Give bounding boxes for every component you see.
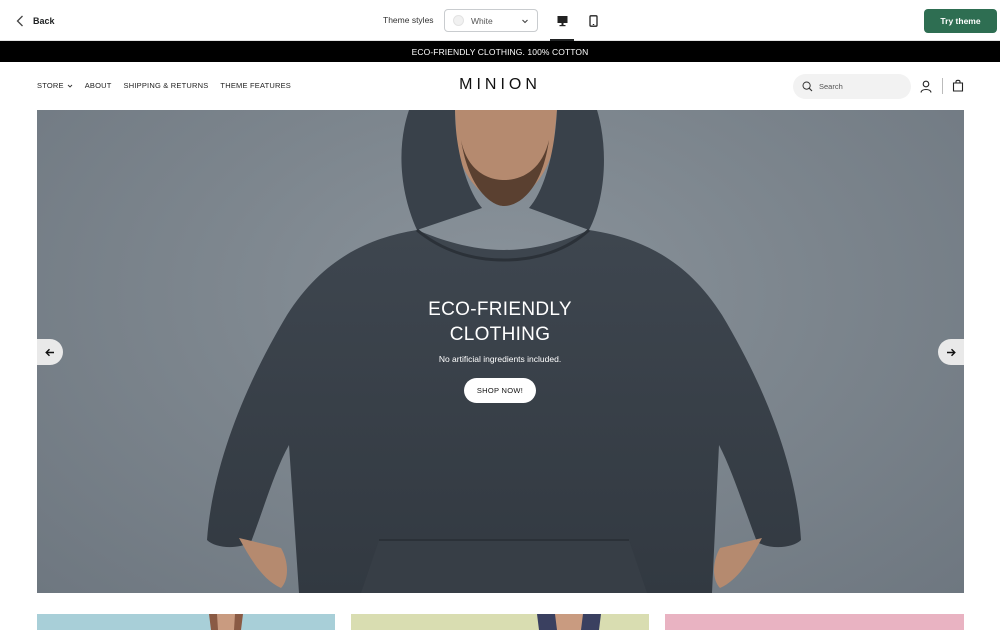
search-icon <box>802 81 813 92</box>
nav-item-label: ABOUT <box>84 81 112 90</box>
search-input[interactable] <box>819 82 899 91</box>
back-button[interactable]: Back <box>16 12 55 30</box>
nav-item-label: SHIPPING & RETURNS <box>123 81 209 90</box>
hero-content: ECO-FRIENDLY CLOTHING No artificial ingr… <box>350 297 650 403</box>
chevron-down-icon <box>522 19 528 24</box>
style-select-value: White <box>471 15 493 26</box>
account-icon[interactable] <box>920 80 932 93</box>
nav-item-label: THEME FEATURES <box>220 81 292 90</box>
header-divider <box>942 78 943 94</box>
product-card[interactable] <box>665 614 964 630</box>
announcement-text: ECO-FRIENDLY CLOTHING. 100% COTTON <box>411 46 589 57</box>
arrow-right-icon <box>947 348 956 356</box>
theme-style-select[interactable]: White <box>444 9 538 32</box>
hero-title: ECO-FRIENDLY CLOTHING <box>428 299 572 345</box>
search-box[interactable] <box>793 74 911 99</box>
style-swatch <box>453 15 464 26</box>
slide-prev-button[interactable] <box>37 339 63 365</box>
product-image <box>209 614 243 630</box>
announcement-bar: ECO-FRIENDLY CLOTHING. 100% COTTON <box>0 41 1000 62</box>
chevron-left-icon <box>16 15 23 27</box>
slide-next-button[interactable] <box>938 339 964 365</box>
chevron-down-icon <box>67 84 73 88</box>
mobile-icon <box>588 14 598 27</box>
main-nav: STORE ABOUT SHIPPING & RETURNS THEME FEA… <box>37 81 291 90</box>
try-theme-button[interactable]: Try theme <box>924 9 997 33</box>
mobile-view-button[interactable] <box>581 8 605 33</box>
theme-styles-label: Theme styles <box>383 15 434 25</box>
nav-item-label: STORE <box>37 81 64 90</box>
product-card[interactable] <box>37 614 335 630</box>
arrow-left-icon <box>45 348 54 356</box>
shop-now-button[interactable]: SHOP NOW! <box>464 378 536 403</box>
store-header: STORE ABOUT SHIPPING & RETURNS THEME FEA… <box>0 62 1000 110</box>
nav-item-theme-features[interactable]: THEME FEATURES <box>220 81 291 90</box>
cart-icon[interactable] <box>952 79 964 92</box>
product-image <box>537 614 601 630</box>
hero-slideshow: ECO-FRIENDLY CLOTHING No artificial ingr… <box>37 110 964 593</box>
desktop-icon <box>557 15 567 26</box>
product-card[interactable] <box>351 614 649 630</box>
back-label: Back <box>33 16 55 26</box>
hero-subtitle: No artificial ingredients included. <box>438 354 562 364</box>
theme-editor-toolbar: Back Theme styles White Try theme <box>0 0 1000 41</box>
nav-item-shipping-returns[interactable]: SHIPPING & RETURNS <box>124 81 209 90</box>
desktop-view-button[interactable] <box>550 8 574 41</box>
nav-item-about[interactable]: ABOUT <box>85 81 112 90</box>
store-logo[interactable]: MINION <box>400 76 600 94</box>
nav-item-store[interactable]: STORE <box>37 81 73 90</box>
